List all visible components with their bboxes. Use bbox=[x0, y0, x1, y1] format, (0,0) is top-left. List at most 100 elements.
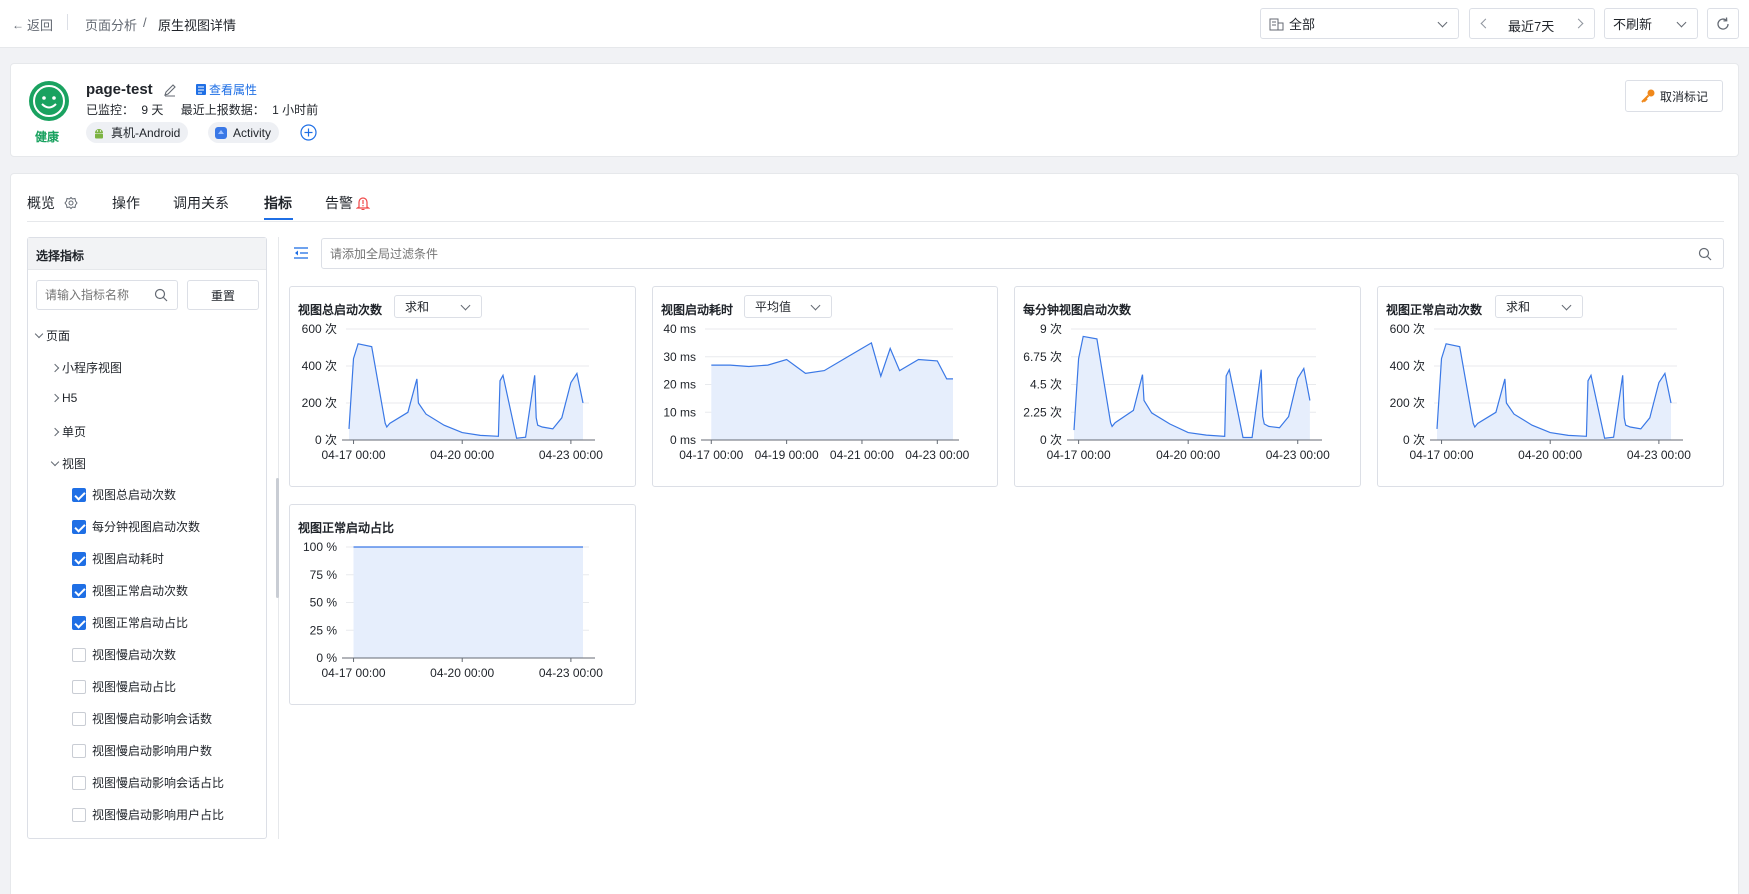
aggregation-select[interactable]: 求和 bbox=[394, 295, 482, 318]
key-icon bbox=[1641, 89, 1655, 103]
checkbox[interactable] bbox=[72, 487, 86, 502]
health-status: 健康 bbox=[35, 130, 60, 144]
metric-item[interactable]: 视图慢启动影响用户占比 bbox=[72, 806, 224, 823]
metric-item[interactable]: 视图总启动次数 bbox=[72, 486, 176, 503]
x-tick-label: 04-23 00:00 bbox=[539, 666, 603, 680]
y-tick-label: 9 次 bbox=[1040, 323, 1062, 336]
metric-label: 视图慢启动次数 bbox=[92, 648, 177, 662]
x-tick-label: 04-17 00:00 bbox=[1047, 448, 1111, 462]
tree-node-label: 小程序视图 bbox=[62, 361, 123, 375]
unmark-label: 取消标记 bbox=[1659, 89, 1708, 104]
refresh-button[interactable] bbox=[1707, 8, 1739, 39]
y-tick-label: 200 次 bbox=[302, 396, 337, 410]
metric-item[interactable]: 视图慢启动占比 bbox=[72, 678, 176, 695]
aggregation-select[interactable]: 平均值 bbox=[744, 295, 832, 318]
checkbox[interactable] bbox=[72, 743, 86, 758]
y-tick-label: 20 ms bbox=[663, 378, 696, 392]
y-tick-label: 2.25 次 bbox=[1023, 405, 1062, 419]
scope-select-value: 全部 bbox=[1289, 17, 1316, 32]
tag-device-label: 真机-Android bbox=[111, 126, 181, 140]
checkbox[interactable] bbox=[72, 583, 86, 598]
search-icon bbox=[1698, 247, 1712, 261]
y-tick-label: 50 % bbox=[310, 596, 338, 610]
tree-node-view[interactable]: 视图 bbox=[50, 455, 86, 472]
reset-button[interactable]: 重置 bbox=[187, 280, 259, 310]
add-tag-icon[interactable] bbox=[300, 124, 317, 141]
checkbox[interactable] bbox=[72, 551, 86, 566]
chart-plot: 600 次 400 次 200 次 0 次04-17 00:00 04-20 00:00… bbox=[1390, 323, 1692, 462]
checkbox[interactable] bbox=[72, 679, 86, 694]
tree-node-miniprogram[interactable]: 小程序视图 bbox=[50, 359, 123, 376]
y-tick-label: 200 次 bbox=[1390, 396, 1425, 410]
y-tick-label: 4.5 次 bbox=[1030, 378, 1062, 392]
aggregation-value: 平均值 bbox=[755, 300, 792, 314]
caret-down-icon bbox=[50, 457, 60, 467]
active-tab-indicator bbox=[264, 218, 293, 220]
tab-operations[interactable]: 操作 bbox=[112, 193, 140, 213]
last-report-value: 1 小时前 bbox=[272, 103, 319, 117]
series-area bbox=[711, 342, 953, 440]
series-area bbox=[349, 343, 583, 440]
chevron-down-icon bbox=[1561, 300, 1572, 311]
unmark-button[interactable]: 取消标记 bbox=[1625, 80, 1723, 112]
tab-overview[interactable]: 概览 bbox=[27, 193, 78, 213]
global-filter-input[interactable] bbox=[321, 238, 1724, 269]
series-area bbox=[1437, 343, 1671, 440]
metric-label: 视图慢启动影响会话数 bbox=[92, 712, 213, 726]
tab-metrics[interactable]: 指标 bbox=[264, 193, 292, 213]
metric-label: 每分钟视图启动次数 bbox=[92, 520, 201, 534]
metric-item[interactable]: 视图正常启动占比 bbox=[72, 614, 188, 631]
bell-alert-icon bbox=[356, 196, 370, 210]
x-tick-label: 04-23 00:00 bbox=[1266, 448, 1330, 462]
tree-node-page[interactable]: 页面 bbox=[34, 327, 71, 344]
tab-call-relations[interactable]: 调用关系 bbox=[173, 193, 229, 213]
checkbox[interactable] bbox=[72, 711, 86, 726]
x-tick-label: 04-21 00:00 bbox=[830, 448, 894, 462]
gear-icon bbox=[64, 196, 78, 210]
metric-item[interactable]: 视图启动耗时 bbox=[72, 550, 164, 567]
metric-item[interactable]: 每分钟视图启动次数 bbox=[72, 518, 200, 535]
tree-node-single-page[interactable]: 单页 bbox=[50, 423, 86, 440]
prev-range-icon[interactable] bbox=[1480, 18, 1491, 29]
caret-right-icon bbox=[50, 393, 60, 403]
caret-down-icon bbox=[34, 329, 44, 339]
next-range-icon[interactable] bbox=[1573, 18, 1584, 29]
scope-select[interactable]: 全部 bbox=[1260, 8, 1459, 39]
aggregation-select[interactable]: 求和 bbox=[1495, 295, 1583, 318]
breadcrumb-page-analysis[interactable]: 页面分析 bbox=[85, 15, 137, 34]
edit-icon[interactable] bbox=[163, 83, 177, 97]
checkbox[interactable] bbox=[72, 519, 86, 534]
tab-alerts[interactable]: 告警 bbox=[325, 193, 370, 213]
metric-label: 视图正常启动次数 bbox=[92, 584, 189, 598]
splitter-handle[interactable] bbox=[276, 478, 279, 598]
metric-item[interactable]: 视图慢启动影响会话占比 bbox=[72, 774, 224, 791]
time-range-picker[interactable]: 最近7天 bbox=[1469, 8, 1595, 39]
x-tick-label: 04-17 00:00 bbox=[322, 666, 386, 680]
tab-overview-label: 概览 bbox=[27, 195, 55, 211]
checkbox[interactable] bbox=[72, 615, 86, 630]
checkbox[interactable] bbox=[72, 647, 86, 662]
chevron-down-icon bbox=[810, 300, 821, 311]
view-properties-link[interactable]: 查看属性 bbox=[195, 81, 257, 98]
monitored-label: 已监控： bbox=[86, 103, 135, 117]
checkbox[interactable] bbox=[72, 775, 86, 790]
back-button[interactable]: ← 返回 bbox=[12, 15, 53, 34]
chart-plot: 40 ms 30 ms 20 ms 10 ms 0 ms04-17 00:00 04-19… bbox=[663, 323, 969, 462]
metric-item[interactable]: 视图慢启动影响会话数 bbox=[72, 710, 212, 727]
chart-plot: 600 次 400 次 200 次 0 次04-17 00:00 04-20 00:00… bbox=[302, 323, 604, 462]
y-tick-label: 600 次 bbox=[302, 323, 337, 336]
metric-item[interactable]: 视图慢启动影响用户数 bbox=[72, 742, 212, 759]
y-tick-label: 6.75 次 bbox=[1023, 350, 1062, 364]
refresh-select[interactable]: 不刷新 bbox=[1604, 8, 1698, 39]
metric-label: 视图慢启动占比 bbox=[92, 680, 177, 694]
aggregation-value: 求和 bbox=[1506, 300, 1531, 314]
tag-type-label: Activity bbox=[233, 125, 272, 140]
tree-node-h5[interactable]: H5 bbox=[50, 391, 77, 405]
tree-node-label: 页面 bbox=[46, 329, 71, 343]
collapse-panel-icon[interactable] bbox=[293, 246, 309, 260]
monitored-value: 9 天 bbox=[141, 103, 164, 117]
checkbox[interactable] bbox=[72, 807, 86, 822]
y-tick-label: 25 % bbox=[310, 623, 338, 637]
metric-item[interactable]: 视图慢启动次数 bbox=[72, 646, 176, 663]
metric-item[interactable]: 视图正常启动次数 bbox=[72, 582, 188, 599]
